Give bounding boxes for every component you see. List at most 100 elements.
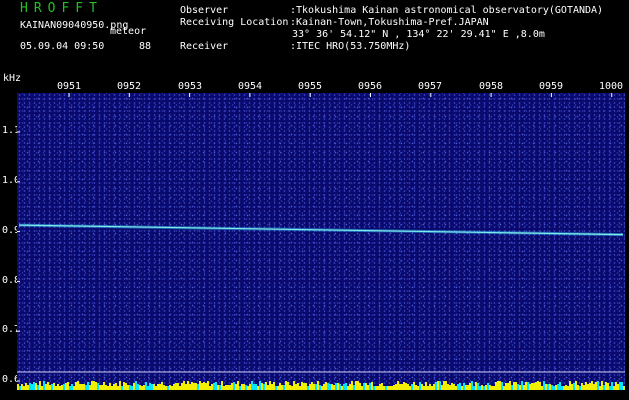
noise-bar-column <box>373 386 375 390</box>
noise-bar-column <box>61 385 63 390</box>
noise-bar-column <box>17 384 19 390</box>
noise-bar-column <box>613 386 615 390</box>
noise-bar-column <box>21 384 23 390</box>
noise-bar-column <box>315 384 317 390</box>
noise-bar-column <box>157 384 159 390</box>
noise-bar-column <box>215 382 217 390</box>
noise-bar-column <box>511 385 513 390</box>
noise-bar-column <box>525 382 527 390</box>
spectrogram-plot <box>17 93 625 390</box>
noise-bar-column <box>397 381 399 390</box>
noise-bar-column <box>453 384 455 390</box>
noise-bar-column <box>585 382 587 390</box>
noise-bar-column <box>441 385 443 390</box>
noise-bar-column <box>67 382 69 390</box>
noise-bar-column <box>87 382 89 390</box>
noise-bar-column <box>155 386 157 390</box>
noise-bar-column <box>193 383 195 390</box>
noise-bar-column <box>93 381 95 390</box>
carrier-signal-glow <box>18 223 624 237</box>
noise-bar-column <box>31 384 33 390</box>
hrofft-window: HROFFT KAINAN09040950.png meteor 05.09.0… <box>0 0 629 400</box>
noise-bar-column <box>323 384 325 390</box>
noise-bar-column <box>437 381 439 390</box>
count-label: 88 <box>139 41 152 52</box>
noise-bar-column <box>133 383 135 390</box>
time-tick-marks <box>68 93 613 97</box>
noise-bar-column <box>185 384 187 390</box>
noise-bar-column <box>375 386 377 390</box>
noise-bar-column <box>379 384 381 390</box>
noise-bar-column <box>231 383 233 390</box>
noise-bar-column <box>409 386 411 390</box>
noise-bar-column <box>489 385 491 390</box>
noise-bar-column <box>429 384 431 390</box>
noise-bar-column <box>79 384 81 390</box>
noise-bar-column <box>589 383 591 390</box>
noise-bar-column <box>621 382 623 390</box>
noise-bar-column <box>355 381 357 390</box>
time-tick: 0959 <box>538 81 564 92</box>
noise-bar-column <box>477 383 479 390</box>
noise-bar-column <box>529 384 531 390</box>
noise-bar-column <box>85 385 87 390</box>
noise-bar-column <box>517 384 519 390</box>
noise-bar-column <box>175 383 177 390</box>
noise-bar-column <box>213 383 215 390</box>
noise-bar-column <box>165 386 167 390</box>
noise-bar-column <box>461 386 463 390</box>
noise-bar-column <box>365 383 367 390</box>
noise-bar-column <box>597 381 599 390</box>
noise-bar-column <box>623 386 625 390</box>
noise-bar-column <box>195 383 197 390</box>
noise-bar-column <box>139 385 141 390</box>
noise-bar-column <box>75 382 77 390</box>
noise-bar-column <box>539 382 541 390</box>
noise-bar-column <box>173 384 175 390</box>
noise-bar-column <box>257 386 259 390</box>
noise-bar-column <box>601 381 603 390</box>
frequency-unit-label: kHz <box>3 73 22 84</box>
noise-bar-column <box>197 384 199 390</box>
noise-bar-column <box>333 385 335 390</box>
noise-bar-column <box>547 384 549 390</box>
noise-bar-column <box>593 384 595 390</box>
noise-bar-column <box>125 383 127 390</box>
noise-bar-column <box>163 385 165 390</box>
noise-bar-column <box>167 386 169 390</box>
noise-bar-column <box>435 382 437 390</box>
noise-bar-column <box>559 382 561 390</box>
noise-bar-column <box>289 385 291 390</box>
noise-bar-column <box>131 386 133 390</box>
noise-bar-column <box>501 382 503 390</box>
noise-bar-column <box>53 383 55 390</box>
noise-bar-column <box>395 384 397 390</box>
noise-bar-column <box>569 381 571 390</box>
noise-bar-column <box>531 383 533 390</box>
noise-bar-column <box>277 386 279 390</box>
noise-bar-column <box>279 383 281 390</box>
noise-bar-column <box>283 385 285 390</box>
location-value: :Kainan-Town,Tokushima-Pref.JAPAN <box>290 17 489 28</box>
noise-bar-column <box>591 381 593 390</box>
noise-bar-column <box>415 385 417 390</box>
noise-bar-column <box>521 381 523 390</box>
noise-bar-column <box>267 385 269 390</box>
noise-bar-column <box>455 386 457 390</box>
noise-bar <box>17 381 625 390</box>
noise-bar-column <box>89 385 91 390</box>
time-tick: 0954 <box>237 81 263 92</box>
noise-bar-column <box>615 382 617 390</box>
noise-bar-column <box>407 384 409 390</box>
noise-bar-column <box>269 381 271 390</box>
noise-bar-column <box>287 382 289 390</box>
noise-bar-column <box>101 385 103 390</box>
noise-bar-column <box>129 385 131 390</box>
noise-bar-column <box>39 381 41 390</box>
noise-bar-column <box>313 384 315 390</box>
noise-bar-column <box>97 383 99 390</box>
noise-bar-column <box>301 382 303 390</box>
noise-bar-column <box>47 382 49 390</box>
noise-bar-column <box>581 383 583 390</box>
noise-bar-column <box>595 382 597 390</box>
